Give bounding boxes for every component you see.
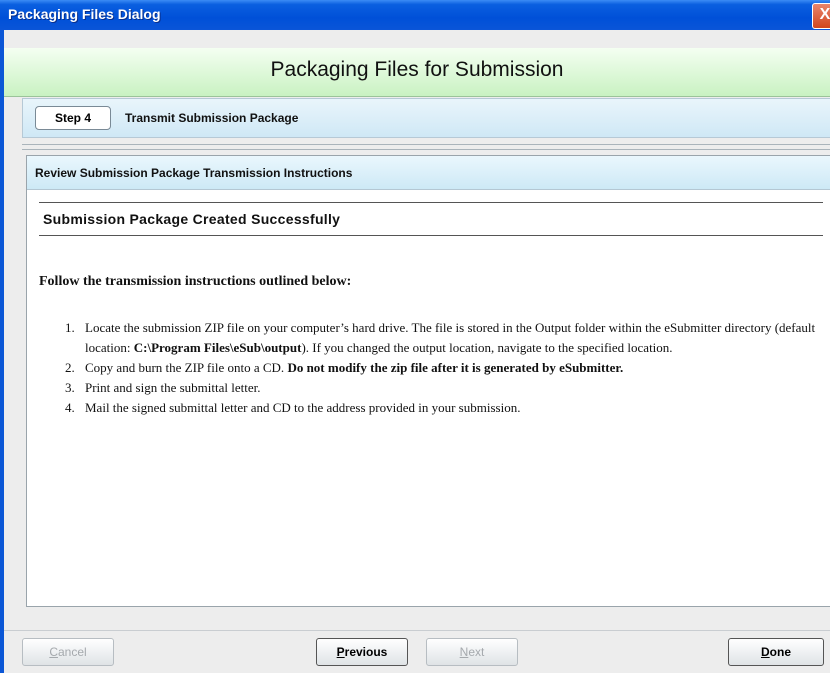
list-item-number: 2.: [65, 360, 75, 375]
step-label: Step 4: [35, 106, 111, 130]
previous-mnemonic: P: [336, 645, 345, 659]
success-banner: Submission Package Created Successfully: [39, 202, 823, 236]
window-titlebar[interactable]: Packaging Files Dialog X: [0, 0, 830, 30]
window-title: Packaging Files Dialog: [8, 6, 161, 22]
dialog-client-area: Packaging Files for Submission Step 4 Tr…: [4, 30, 830, 673]
cancel-mnemonic: C: [49, 645, 58, 659]
previous-button[interactable]: Previous: [316, 638, 408, 666]
list-item-number: 3.: [65, 380, 75, 395]
next-label: ext: [468, 645, 485, 659]
done-button[interactable]: Done: [728, 638, 824, 666]
list-item-number: 1.: [65, 320, 75, 335]
list-item-text: Mail the signed submittal letter and CD …: [85, 400, 521, 415]
instruction-list: 1. Locate the submission ZIP file on your…: [65, 318, 825, 418]
list-item: 2. Copy and burn the ZIP file onto a CD. …: [65, 358, 825, 378]
cancel-button[interactable]: Cancel: [22, 638, 114, 666]
banner-heading: Packaging Files for Submission: [270, 58, 564, 81]
list-item-number: 4.: [65, 400, 75, 415]
button-bar-divider: [4, 630, 830, 631]
cancel-label: ancel: [57, 645, 87, 659]
close-button[interactable]: X: [812, 3, 830, 29]
list-item: 3. Print and sign the submittal letter.: [65, 378, 825, 398]
banner: Packaging Files for Submission: [4, 48, 830, 97]
list-item-text: Print and sign the submittal letter.: [85, 380, 261, 395]
step-title: Transmit Submission Package: [125, 111, 299, 125]
panel-header: Review Submission Package Transmission I…: [27, 156, 830, 190]
panel-header-label: Review Submission Package Transmission I…: [35, 166, 353, 180]
list-item-bold: C:\Program Files\eSub\output: [133, 340, 302, 355]
next-button[interactable]: Next: [426, 638, 518, 666]
list-item: 1. Locate the submission ZIP file on your…: [65, 318, 825, 358]
previous-label: revious: [344, 645, 388, 659]
done-mnemonic: D: [760, 645, 770, 659]
instructions-panel: Review Submission Package Transmission I…: [26, 155, 830, 607]
step-header: Step 4 Transmit Submission Package: [22, 98, 830, 138]
list-item: 4. Mail the signed submittal letter and C…: [65, 398, 825, 418]
close-icon: X: [819, 6, 830, 23]
list-item-bold: Do not modify the zip file after it is g…: [287, 360, 624, 375]
done-label: one: [769, 645, 791, 659]
list-item-text: ). If you changed the output location, n…: [301, 340, 673, 355]
list-item-text: Copy and burn the ZIP file onto a CD.: [85, 360, 288, 375]
follow-instructions-heading: Follow the transmission instructions out…: [39, 274, 352, 289]
divider: [22, 144, 830, 150]
success-title: Submission Package Created Successfully: [43, 211, 341, 227]
